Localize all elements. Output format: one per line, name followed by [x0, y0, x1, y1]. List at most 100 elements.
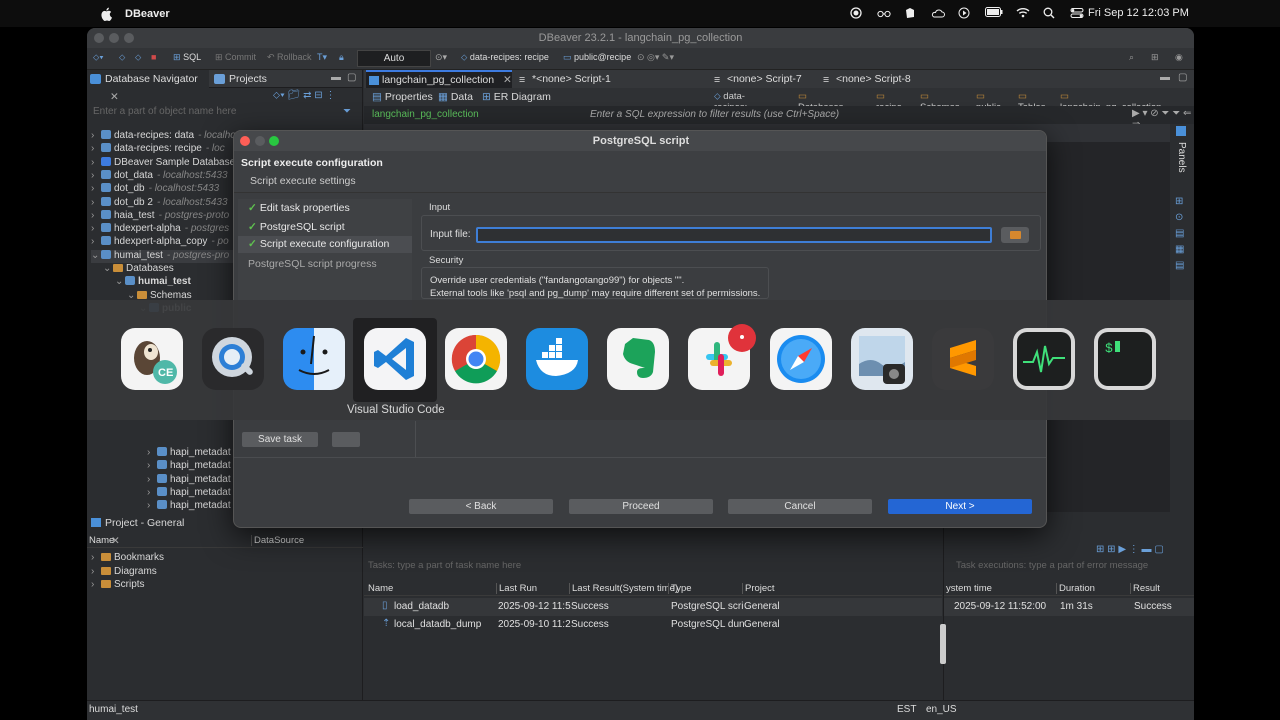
- table-node[interactable]: › hapi_metadat: [147, 460, 231, 473]
- tools-icon[interactable]: ⊙ ◎▾ ✎▾: [637, 52, 674, 63]
- expand-chevron-icon[interactable]: ›: [147, 500, 157, 511]
- filter-expression-input[interactable]: Enter a SQL expression to filter results…: [590, 109, 839, 120]
- col-project[interactable]: Project: [742, 583, 775, 594]
- evernote-menu-icon[interactable]: [904, 7, 918, 21]
- input-file-field[interactable]: [476, 227, 992, 243]
- expand-chevron-icon[interactable]: ›: [91, 157, 101, 168]
- expand-chevron-icon[interactable]: ›: [91, 566, 101, 577]
- project-folder-item[interactable]: › Scripts: [91, 579, 145, 592]
- status-timezone[interactable]: EST: [897, 704, 916, 715]
- status-active-connection[interactable]: humai_test: [89, 704, 138, 715]
- expand-chevron-icon[interactable]: ›: [91, 183, 101, 194]
- navigator-connection-item[interactable]: › DBeaver Sample Database: [91, 156, 239, 170]
- col-type[interactable]: Type: [668, 583, 692, 594]
- status-locale[interactable]: en_US: [926, 704, 957, 715]
- terminal-icon[interactable]: $: [1094, 328, 1156, 390]
- execution-actions-icon[interactable]: ⊞ ⊞ ▶ ⋮ ▬ ▢: [1096, 544, 1164, 555]
- record-icon[interactable]: [850, 7, 864, 21]
- navigator-connection-item[interactable]: › hdexpert-alpha - postgres: [91, 223, 229, 236]
- col-datasource[interactable]: DataSource: [251, 535, 304, 546]
- wizard-step[interactable]: ✓ Script execute configuration: [238, 236, 412, 253]
- minimize-editor-icon[interactable]: ▬: [1160, 72, 1170, 83]
- expand-chevron-icon[interactable]: ›: [91, 130, 101, 141]
- wifi-icon[interactable]: [1016, 7, 1030, 21]
- expand-chevron-icon[interactable]: ›: [147, 487, 157, 498]
- wizard-step[interactable]: PostgreSQL script progress: [248, 258, 377, 270]
- play-icon[interactable]: [958, 7, 972, 21]
- expand-chevron-icon[interactable]: ›: [91, 197, 101, 208]
- expand-chevron-icon[interactable]: ⌄: [103, 263, 113, 274]
- glasses-icon[interactable]: [877, 7, 891, 21]
- table-node[interactable]: › hapi_metadat: [147, 486, 231, 500]
- expand-chevron-icon[interactable]: ›: [147, 460, 157, 471]
- expand-chevron-icon[interactable]: ›: [147, 474, 157, 485]
- navigator-connection-item[interactable]: › data-recipes: recipe - loc: [91, 143, 225, 156]
- finder-icon[interactable]: [283, 328, 345, 390]
- docker-icon[interactable]: [526, 328, 588, 390]
- apple-logo-icon[interactable]: [100, 7, 112, 21]
- tab-script-8[interactable]: ≡ <none> Script-8: [820, 70, 920, 88]
- navigator-toolbar-icons[interactable]: ⬦▾ 📁︎ ⇄ ⊟ ⋮: [273, 90, 335, 101]
- expand-chevron-icon[interactable]: ›: [91, 579, 101, 590]
- navigator-tree-node[interactable]: ⌄ humai_test: [115, 276, 191, 289]
- expand-chevron-icon[interactable]: ›: [147, 447, 157, 458]
- navigator-connection-item[interactable]: › dot_db - localhost:5433: [91, 183, 219, 196]
- col-last-result[interactable]: Last Result(System time): [569, 583, 678, 594]
- tab-langchain-pg-collection[interactable]: langchain_pg_collection ✕: [366, 70, 512, 88]
- maximize-editor-icon[interactable]: ▢: [1178, 72, 1187, 83]
- disconnect-icon[interactable]: ⬦: [135, 52, 141, 63]
- subtab-er-diagram[interactable]: ⊞ ER Diagram: [482, 91, 551, 103]
- menubar-clock[interactable]: Fri Sep 12 12:03 PM: [1088, 7, 1189, 19]
- col-task-name[interactable]: Name: [368, 583, 393, 594]
- activity-monitor-icon[interactable]: [1013, 328, 1075, 390]
- expand-chevron-icon[interactable]: ⌄: [91, 250, 101, 261]
- auto-commit-selector[interactable]: Auto: [357, 50, 431, 67]
- task-options-button[interactable]: [332, 432, 360, 447]
- proceed-button[interactable]: Proceed: [569, 499, 713, 514]
- navigator-tree-node[interactable]: ⌄ Databases: [103, 263, 174, 276]
- col-name[interactable]: Name: [89, 535, 114, 546]
- new-connection-icon[interactable]: ⬦: [119, 52, 125, 63]
- expand-chevron-icon[interactable]: ›: [91, 552, 101, 563]
- task-row[interactable]: ⇡ local_datadb_dump 2025-09-10 11:2 Success…: [364, 616, 942, 634]
- expand-chevron-icon[interactable]: ›: [91, 170, 101, 181]
- control-center-icon[interactable]: [1070, 7, 1084, 21]
- navigator-filter-input[interactable]: Enter a part of object name here: [93, 106, 361, 120]
- lock-icon[interactable]: 🔒︎: [339, 52, 344, 63]
- panels-icon[interactable]: [1176, 126, 1186, 136]
- dialog-zoom-button[interactable]: [269, 136, 279, 146]
- col-duration[interactable]: Duration: [1056, 583, 1095, 594]
- invalidate-icon[interactable]: ■: [151, 52, 156, 62]
- expand-chevron-icon[interactable]: ⌄: [115, 276, 125, 287]
- rollback-button[interactable]: ↶ Rollback: [267, 52, 312, 63]
- tab-projects[interactable]: Projects: [211, 70, 291, 88]
- tab-script-7[interactable]: ≡ <none> Script-7: [711, 70, 811, 88]
- col-system-time[interactable]: ystem time: [946, 583, 992, 594]
- task-row[interactable]: ▯ load_datadb 2025-09-12 11:5 Success Postgr…: [364, 598, 942, 616]
- perspective-icon[interactable]: ⊞: [1151, 52, 1159, 63]
- dbeaver-logo-icon[interactable]: ◉: [1175, 52, 1183, 63]
- subtab-data[interactable]: ▦ Data: [438, 91, 473, 103]
- save-task-button[interactable]: Save task: [242, 432, 318, 447]
- quicktime-icon[interactable]: [202, 328, 264, 390]
- table-node[interactable]: › hapi_metadat: [147, 473, 231, 487]
- navigator-connection-item[interactable]: › dot_db 2- localhost:5433: [91, 196, 228, 210]
- sql-editor-button[interactable]: ⊞ SQL: [173, 52, 201, 63]
- search-icon[interactable]: [1043, 7, 1057, 21]
- vscode-icon[interactable]: [364, 328, 426, 390]
- col-result[interactable]: Result: [1130, 583, 1160, 594]
- datasource-selector[interactable]: ⬦ data-recipes: recipe: [461, 52, 549, 63]
- tab-script-1[interactable]: ≡ *<none> Script-1: [516, 70, 616, 88]
- sublime-icon[interactable]: [932, 328, 994, 390]
- zoom-window-button[interactable]: [124, 33, 134, 43]
- col-last-run[interactable]: Last Run: [496, 583, 537, 594]
- chrome-icon[interactable]: [445, 328, 507, 390]
- history-icon[interactable]: ⊙▾: [435, 52, 447, 63]
- safari-icon[interactable]: [770, 328, 832, 390]
- expand-chevron-icon[interactable]: ⌄: [127, 290, 137, 301]
- cancel-button[interactable]: Cancel: [728, 499, 872, 514]
- executions-filter-input[interactable]: Task executions: type a part of error me…: [956, 560, 1148, 571]
- panel-tool-icons[interactable]: ⊞ ⊙ ▤ ▦ ▤: [1175, 194, 1184, 274]
- close-window-button[interactable]: [94, 33, 104, 43]
- tab-project-general[interactable]: Project - General ✕: [87, 514, 199, 547]
